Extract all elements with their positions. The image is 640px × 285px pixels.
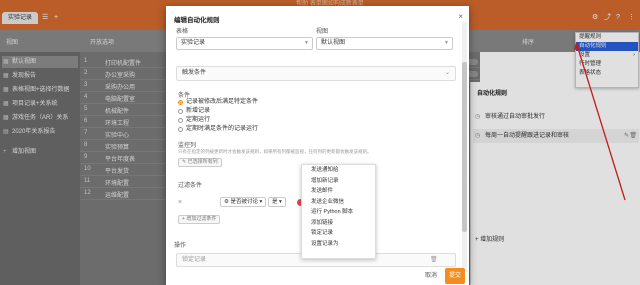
trigger-radio-scheduled-condition[interactable]: 定期时满足条件的记录运行	[178, 126, 258, 133]
trigger-radio-scheduled[interactable]: 定期运行	[178, 117, 210, 124]
action-option[interactable]: 添加链接	[302, 218, 375, 229]
trigger-radio-new[interactable]: 新增记录	[178, 108, 210, 115]
view-label: 视图	[316, 29, 329, 35]
condition-label: 条件	[178, 93, 191, 99]
radio-icon	[178, 100, 183, 105]
watch-columns-button[interactable]: ✎ 已选择所有列	[178, 158, 222, 167]
watch-columns-help: 只有在指定的列被更新时才会触发该规则，如果所有列都被监视，任何列的更新都会触发该…	[178, 149, 372, 154]
filter-label: 过滤条件	[178, 183, 203, 189]
radio-icon	[178, 127, 183, 132]
radio-icon	[178, 109, 183, 114]
view-select[interactable]: 默认视图 ▼	[316, 37, 453, 50]
action-option[interactable]: 锁定记录	[302, 228, 375, 239]
trash-icon[interactable]: 🗑	[430, 256, 438, 263]
chevron-down-icon: ▼	[304, 40, 309, 46]
chevron-down-icon: ▾	[277, 199, 282, 205]
watch-columns-label: 监控列	[178, 143, 197, 149]
action-option[interactable]: 增加新记录	[302, 176, 375, 187]
filter-field-select[interactable]: ⚙ 是否被讨论 ▾	[220, 197, 267, 207]
action-option[interactable]: 运行 Python 脚本	[302, 207, 375, 218]
remove-filter-icon[interactable]: ×	[178, 199, 182, 206]
radio-icon	[178, 118, 183, 123]
trigger-radio-modified[interactable]: 记录被修改后满足特定条件	[178, 99, 258, 106]
action-label: 操作	[174, 243, 187, 249]
action-option[interactable]: 发送邮件	[302, 186, 375, 197]
cancel-button[interactable]: 取消	[421, 270, 441, 282]
action-option[interactable]: 发送通知给	[302, 165, 375, 176]
dialog-title: 编辑自动化规则	[174, 17, 220, 24]
add-filter-button[interactable]: + 增加过滤条件	[178, 215, 221, 224]
table-select[interactable]: 实验记录 ▼	[176, 37, 313, 50]
submit-button[interactable]: 提交	[445, 268, 465, 284]
table-label: 表格	[176, 29, 189, 35]
trigger-section-header[interactable]: 触发条件 ⌄	[176, 66, 456, 81]
close-icon[interactable]: ×	[458, 12, 463, 21]
scroll-thumb[interactable]	[462, 62, 467, 232]
action-dropdown: 发送通知给 增加新记录 发送邮件 发送企业微信 运行 Python 脚本 添加链…	[301, 164, 376, 259]
dialog-scrollbar[interactable]	[462, 22, 467, 272]
action-option[interactable]: 发送企业微信	[302, 197, 375, 208]
action-option[interactable]: 设置记录为	[302, 239, 375, 250]
filter-operator-select[interactable]: 是 ▾	[268, 197, 286, 207]
chevron-down-icon: ⌄	[444, 70, 450, 76]
chevron-down-icon: ▾	[257, 199, 263, 205]
chevron-down-icon: ▼	[444, 40, 449, 46]
